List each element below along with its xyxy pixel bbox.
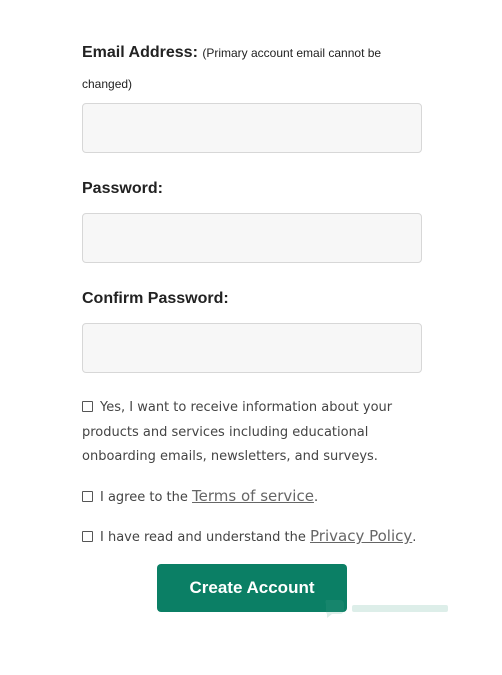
password-field[interactable] xyxy=(82,213,422,263)
privacy-checkbox[interactable] xyxy=(82,531,93,542)
email-label: Email Address: xyxy=(82,44,198,61)
terms-of-service-link[interactable]: Terms of service xyxy=(192,487,314,505)
confirm-password-field[interactable] xyxy=(82,323,422,373)
brand-watermark-icon xyxy=(325,600,448,618)
privacy-policy-link[interactable]: Privacy Policy xyxy=(310,527,412,545)
create-account-button[interactable]: Create Account xyxy=(157,564,347,612)
terms-suffix: . xyxy=(313,490,319,505)
email-label-group: Email Address: (Primary account email ca… xyxy=(82,37,422,99)
terms-checkbox[interactable] xyxy=(82,491,93,502)
email-field[interactable] xyxy=(82,103,422,153)
privacy-prefix: I have read and understand the xyxy=(100,530,306,545)
password-label: Password: xyxy=(82,180,163,197)
confirm-password-label-group: Confirm Password: xyxy=(82,283,229,314)
marketing-consent-checkbox[interactable] xyxy=(82,401,93,412)
confirm-password-label: Confirm Password: xyxy=(82,290,229,307)
terms-row: I agree to the Terms of service. xyxy=(82,484,427,511)
password-label-group: Password: xyxy=(82,173,163,204)
privacy-suffix: . xyxy=(412,530,417,545)
privacy-row: I have read and understand the Privacy P… xyxy=(82,524,427,551)
marketing-consent-text: Yes, I want to receive information about… xyxy=(82,400,393,464)
marketing-consent-row: Yes, I want to receive information about… xyxy=(82,396,427,470)
terms-prefix: I agree to the xyxy=(100,490,188,505)
